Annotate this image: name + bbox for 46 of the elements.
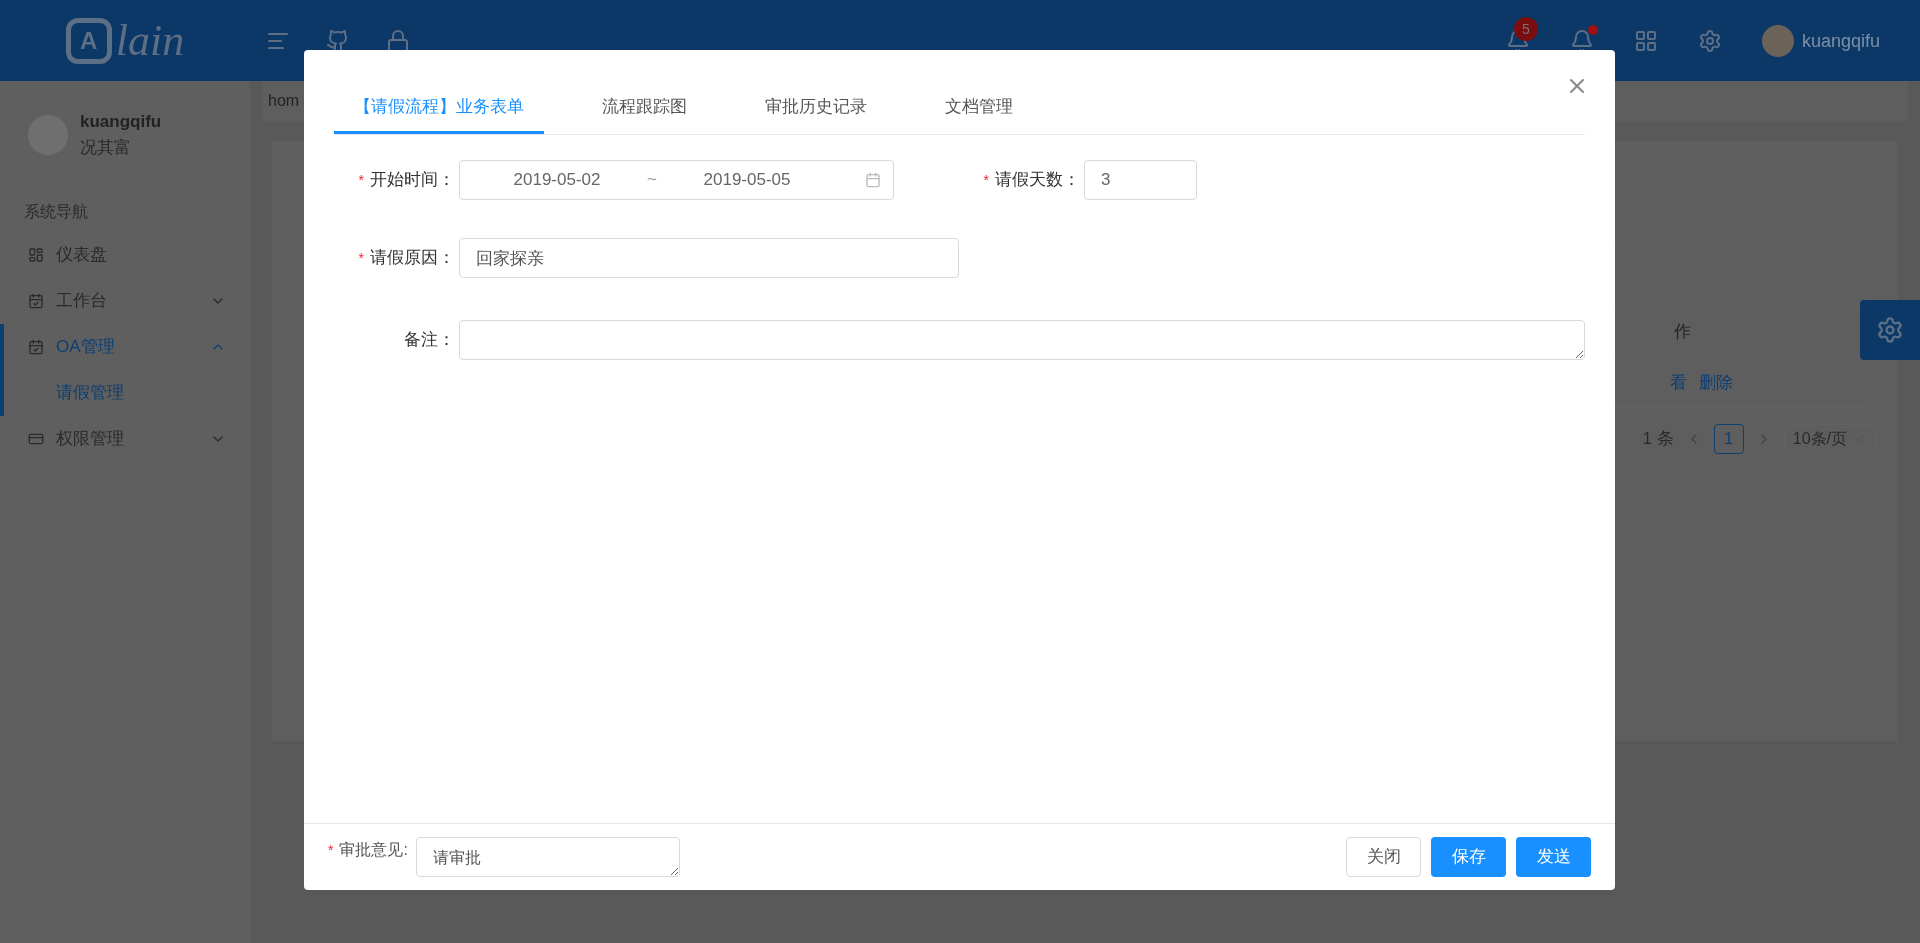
field-label: 备注：	[404, 329, 455, 352]
page-number[interactable]: 1	[1713, 424, 1744, 454]
dialog-tab[interactable]: 文档管理	[925, 82, 1033, 134]
dialog-tab[interactable]: 流程跟踪图	[582, 82, 707, 134]
footer-button[interactable]: 关闭	[1346, 837, 1421, 877]
breadcrumb[interactable]: hom	[268, 89, 300, 113]
opinion-textarea[interactable]: 请审批	[415, 837, 680, 877]
nav-subitem[interactable]: 请假管理	[0, 370, 250, 416]
card-icon	[28, 431, 44, 447]
logo-text: lain	[115, 18, 185, 63]
calendar-icon	[865, 172, 881, 188]
action-link[interactable]: 看	[1670, 369, 1687, 396]
remark-textarea[interactable]	[459, 320, 1585, 360]
apps-icon[interactable]	[1633, 28, 1658, 53]
bell-icon[interactable]	[1569, 28, 1594, 53]
date-range-field[interactable]: 2019-05-02 ~ 2019-05-05	[459, 160, 894, 200]
field-label: 审批意见:	[339, 840, 408, 860]
settings-icon	[1876, 316, 1904, 344]
required-mark: *	[358, 249, 364, 268]
required-mark: *	[983, 171, 989, 190]
reason-input[interactable]: 回家探亲	[459, 238, 959, 278]
calendar-icon	[28, 339, 44, 355]
required-mark: *	[328, 841, 334, 860]
settings-icon[interactable]	[1697, 28, 1722, 53]
column-heading: 作	[1673, 321, 1691, 344]
calendar-icon	[28, 293, 44, 309]
action-link[interactable]: 删除	[1699, 369, 1733, 396]
dialog-tab[interactable]: 【请假流程】业务表单	[334, 82, 544, 134]
lock-icon[interactable]	[386, 28, 410, 53]
user-avatar[interactable]	[1761, 24, 1794, 57]
field-label: 请假天数：	[995, 169, 1080, 192]
github-icon[interactable]	[326, 28, 350, 53]
field-label: 请假原因：	[370, 247, 455, 270]
user-name[interactable]: kuangqifu	[1801, 26, 1880, 55]
nav-item[interactable]: OA管理	[0, 324, 250, 370]
grid-icon	[28, 247, 44, 263]
dialog-tab[interactable]: 审批历史记录	[745, 82, 887, 134]
notification-badge: 5	[1513, 16, 1538, 41]
logo-mark: A	[65, 17, 112, 64]
field-label: 开始时间：	[370, 169, 455, 192]
settings-drawer-button[interactable]	[1860, 300, 1920, 360]
days-input[interactable]: 3	[1084, 160, 1197, 200]
footer-button[interactable]: 发送	[1516, 837, 1591, 877]
required-mark: *	[358, 171, 364, 190]
sidebar-user-name: kuangqifu	[80, 111, 162, 133]
footer-button[interactable]: 保存	[1431, 837, 1506, 877]
